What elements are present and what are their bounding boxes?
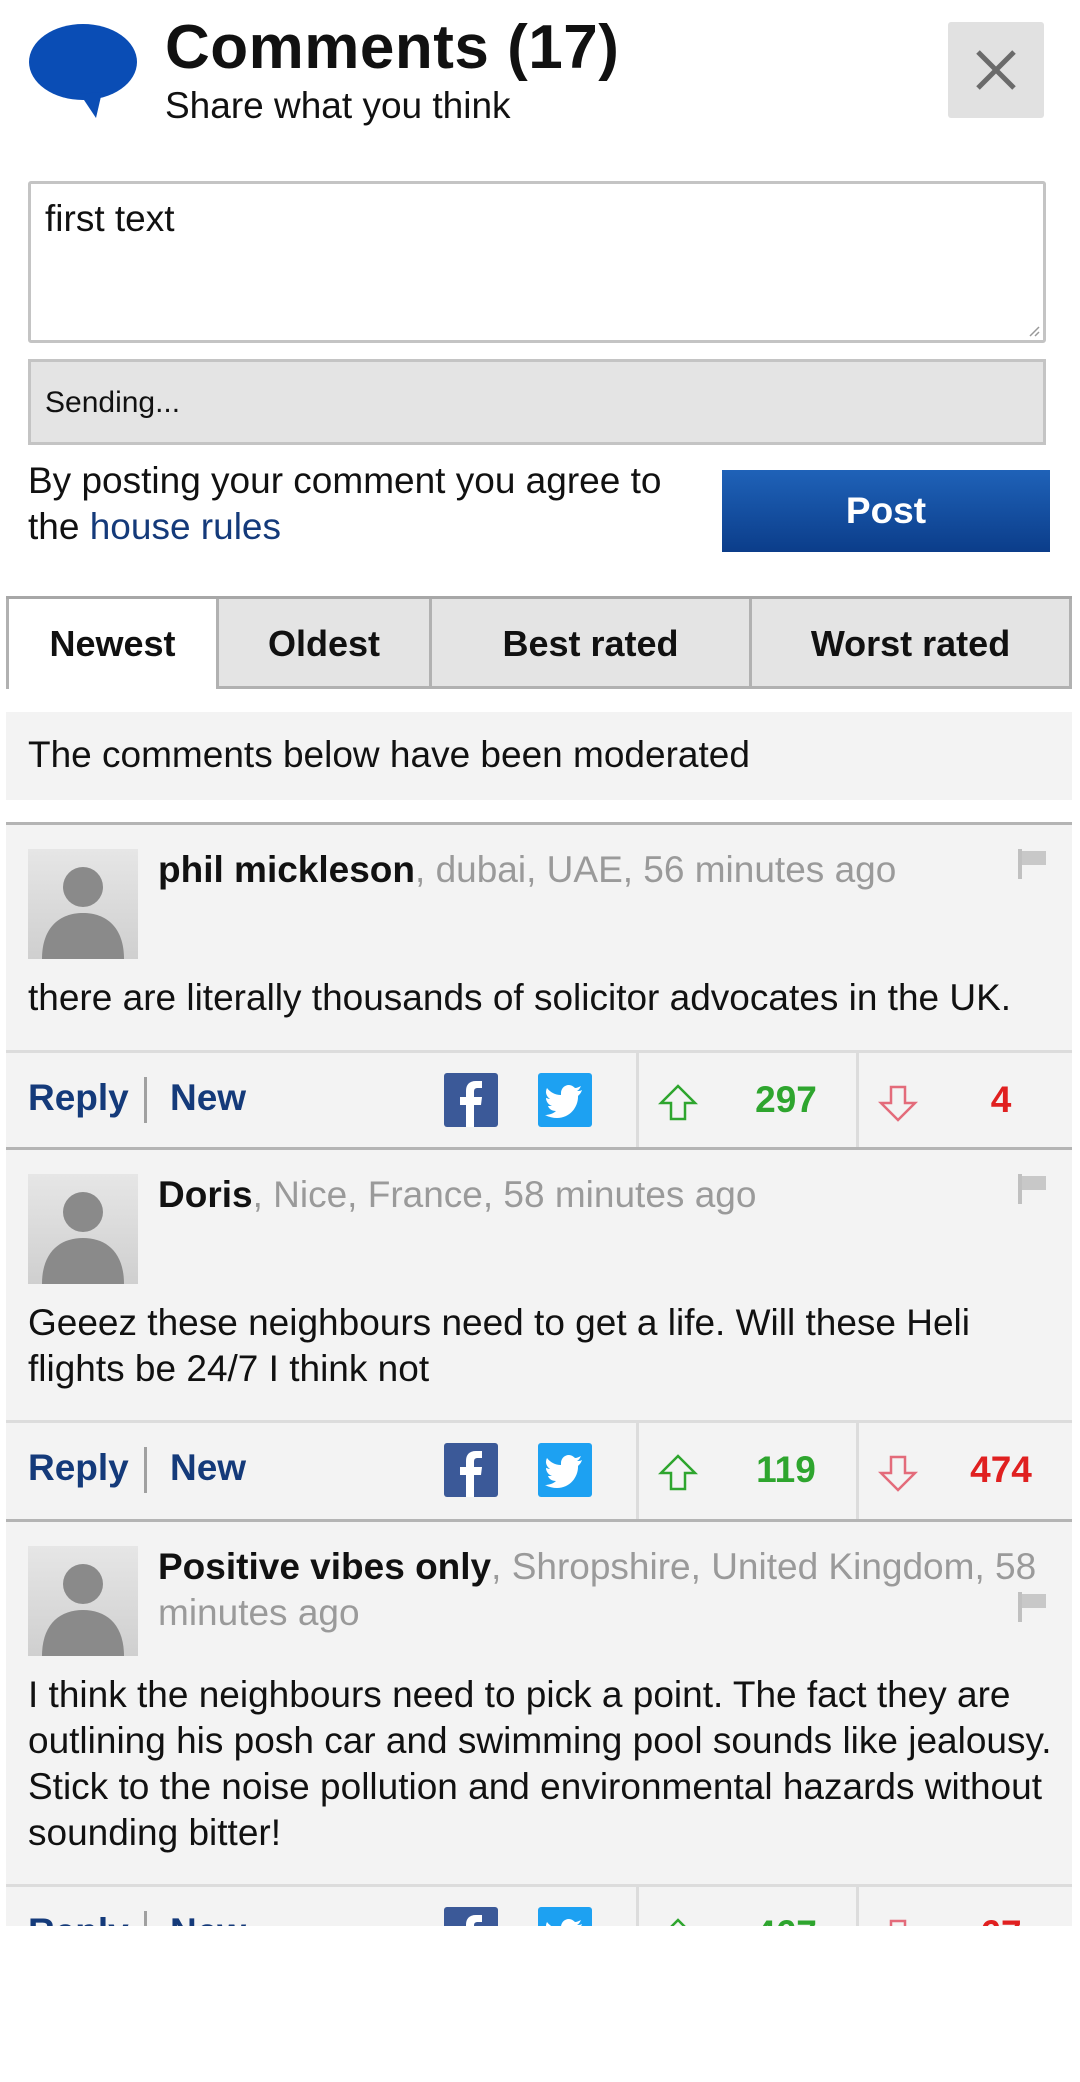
divider (856, 1423, 859, 1520)
blank-footer-area (0, 1926, 1080, 2082)
new-link[interactable]: New (170, 1077, 246, 1119)
comment-meta: Positive vibes only, Shropshire, United … (158, 1544, 1038, 1636)
upvote-count: 119 (756, 1449, 816, 1490)
twitter-icon (545, 1085, 582, 1118)
comment-author[interactable]: Doris (158, 1174, 253, 1215)
flag-icon[interactable] (1018, 1174, 1048, 1204)
downvote-count: 474 (970, 1449, 1032, 1490)
page-title: Comments (17) (165, 13, 620, 82)
comment-text: Geeez these neighbours need to get a lif… (28, 1302, 971, 1389)
comments-header: Comments (17) Share what you think (0, 0, 1080, 160)
comment-author[interactable]: Positive vibes only (158, 1546, 491, 1587)
sending-label: Sending... (45, 386, 181, 419)
comment-location-time: , Nice, France, 58 minutes ago (252, 1174, 757, 1215)
reply-link[interactable]: Reply (28, 1077, 129, 1119)
house-rules-link[interactable]: house rules (90, 506, 281, 547)
facebook-share-button[interactable] (444, 1443, 498, 1497)
divider (144, 1447, 147, 1493)
close-icon (976, 50, 1016, 90)
comment-text: there are literally thousands of solicit… (28, 977, 1012, 1018)
flag-icon[interactable] (1018, 849, 1048, 879)
facebook-icon (460, 1451, 482, 1497)
default-avatar-icon (42, 867, 124, 959)
tab-newest[interactable]: Newest (6, 599, 219, 689)
downvote-arrow-icon[interactable] (878, 1453, 918, 1493)
avatar[interactable] (28, 1174, 138, 1284)
post-button[interactable]: Post (722, 470, 1050, 552)
comment-meta: Doris, Nice, France, 58 minutes ago (158, 1172, 1038, 1218)
upvote-count: 297 (755, 1079, 817, 1120)
upvote-arrow-icon[interactable] (658, 1083, 698, 1123)
comment-actions: Reply New 119 474 (6, 1420, 1072, 1520)
page-subtitle: Share what you think (165, 85, 511, 126)
comment-actions: Reply New 297 4 (6, 1050, 1072, 1150)
new-link[interactable]: New (170, 1447, 246, 1489)
twitter-icon (545, 1455, 582, 1488)
house-rules-notice: By posting your comment you agree to the… (28, 458, 708, 550)
moderation-notice-text: The comments below have been moderated (28, 734, 750, 775)
comment-item: Positive vibes only, Shropshire, United … (6, 1519, 1072, 1890)
facebook-share-button[interactable] (444, 1073, 498, 1127)
twitter-share-button[interactable] (538, 1073, 592, 1127)
moderation-notice: The comments below have been moderated (6, 712, 1072, 800)
resize-grip-icon[interactable] (1028, 325, 1040, 337)
downvote-count: 4 (990, 1079, 1012, 1120)
divider (856, 1053, 859, 1150)
sending-status-button[interactable]: Sending... (28, 359, 1046, 445)
default-avatar-icon (42, 1564, 124, 1656)
twitter-share-button[interactable] (538, 1443, 592, 1497)
facebook-icon (460, 1081, 482, 1127)
avatar[interactable] (28, 1546, 138, 1656)
tab-best-rated[interactable]: Best rated (432, 599, 752, 689)
divider (636, 1423, 639, 1520)
comment-meta: phil mickleson, dubai, UAE, 56 minutes a… (158, 847, 1038, 893)
comment-item: Doris, Nice, France, 58 minutes ago Geee… (6, 1147, 1072, 1422)
sort-tabs: Newest Oldest Best rated Worst rated (6, 596, 1072, 689)
reply-link[interactable]: Reply (28, 1447, 129, 1489)
upvote-arrow-icon[interactable] (658, 1453, 698, 1493)
divider (636, 1053, 639, 1150)
speech-bubble-icon (29, 24, 137, 118)
comment-location-time: , dubai, UAE, 56 minutes ago (415, 849, 897, 890)
comment-item: phil mickleson, dubai, UAE, 56 minutes a… (6, 822, 1072, 1055)
flag-icon[interactable] (1018, 1592, 1048, 1622)
downvote-arrow-icon[interactable] (878, 1083, 918, 1123)
comment-textarea[interactable]: first text (28, 181, 1046, 343)
tab-worst-rated[interactable]: Worst rated (752, 599, 1072, 689)
close-button[interactable] (948, 22, 1044, 118)
avatar[interactable] (28, 849, 138, 959)
comment-author[interactable]: phil mickleson (158, 849, 415, 890)
tab-oldest[interactable]: Oldest (219, 599, 432, 689)
comment-textarea-value: first text (45, 198, 175, 239)
divider (144, 1077, 147, 1123)
default-avatar-icon (42, 1192, 124, 1284)
comment-text: I think the neighbours need to pick a po… (28, 1674, 1052, 1853)
